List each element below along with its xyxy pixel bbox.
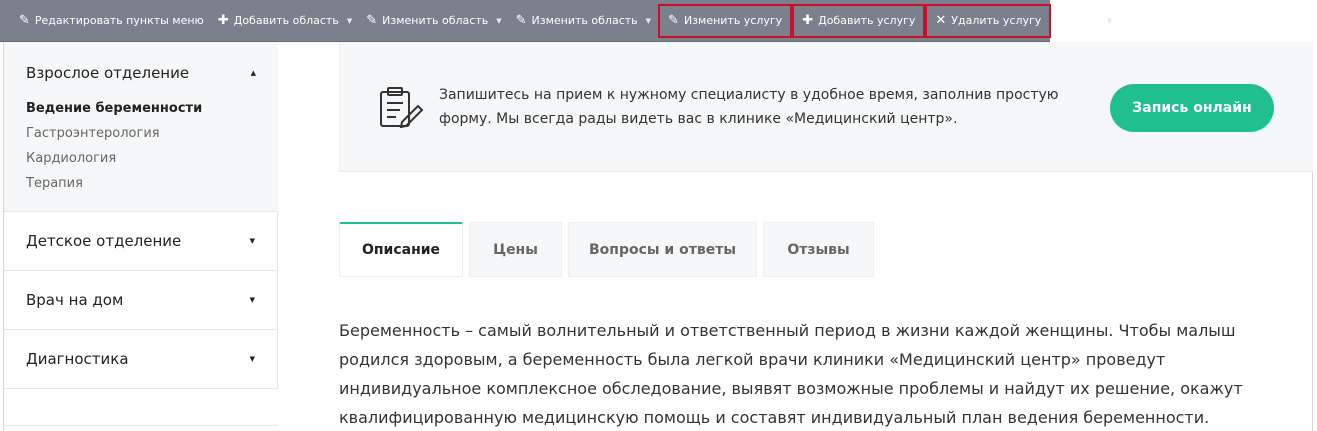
edit-area-label-2: Изменить область xyxy=(531,14,638,27)
add-area-button[interactable]: ✚ Добавить область ▼ xyxy=(211,4,359,38)
service-tabs: Описание Цены Вопросы и ответы Отзывы xyxy=(339,222,874,277)
pencil-icon: ✎ xyxy=(366,13,378,28)
chevron-down-icon: ▼ xyxy=(249,296,255,304)
chevron-down-icon: ▼ xyxy=(496,16,502,25)
tab-faq[interactable]: Вопросы и ответы xyxy=(568,222,757,277)
sidebar-item-pregnancy[interactable]: Ведение беременности xyxy=(26,96,256,121)
book-online-button[interactable]: Запись онлайн xyxy=(1110,84,1274,132)
plus-icon: ✚ xyxy=(802,13,814,28)
chevron-up-icon: ▲ xyxy=(250,69,256,77)
sidebar-submenu: Ведение беременности Гастроэнтерология К… xyxy=(26,96,256,196)
delete-service-button[interactable]: ✕ Удалить услугу xyxy=(925,3,1052,38)
edit-area-button-2[interactable]: ✎ Изменить область ▼ xyxy=(509,4,658,38)
pencil-icon: ✎ xyxy=(668,13,679,28)
chevron-down-icon: ▼ xyxy=(1106,16,1113,25)
chevron-down-icon: ▼ xyxy=(249,237,255,245)
edit-area-button[interactable]: ✎ Изменить область ▼ xyxy=(359,4,508,38)
delete-service-label: Удалить услугу xyxy=(951,14,1042,27)
service-description-text: Беременность – самый волнительный и отве… xyxy=(339,321,1243,427)
gear-icon: ⚙ xyxy=(1087,13,1099,28)
sidebar-group-label: Взрослое отделение xyxy=(26,64,190,82)
pin-toolbar-button[interactable]: ⇥ xyxy=(1055,4,1080,38)
tab-prices[interactable]: Цены xyxy=(469,222,562,277)
edit-menu-items-button[interactable]: ✎ Редактировать пункты меню xyxy=(12,4,211,38)
clipboard-form-icon xyxy=(378,86,424,129)
banner-text: Запишитесь на прием к нужному специалист… xyxy=(439,87,1059,127)
sidebar-menu: Взрослое отделение ▲ Ведение беременност… xyxy=(4,42,278,389)
appointment-banner: Запишитесь на прием к нужному специалист… xyxy=(339,42,1313,172)
sidebar-group-label: Врач на дом xyxy=(26,291,124,309)
chevron-down-icon: ▼ xyxy=(346,16,353,25)
sidebar-group-children[interactable]: Детское отделение ▼ xyxy=(4,212,278,271)
sidebar-item-gastroenterology[interactable]: Гастроэнтерология xyxy=(26,121,256,146)
edit-service-label: Изменить услугу xyxy=(683,14,783,27)
edit-service-button[interactable]: ✎ Изменить услугу xyxy=(658,3,793,38)
pencil-icon: ✎ xyxy=(19,13,30,28)
sidebar-group-home-doctor[interactable]: Врач на дом ▼ xyxy=(4,271,278,330)
settings-button[interactable]: ⚙ ▼ xyxy=(1080,4,1119,38)
admin-toolbar: ✎ Редактировать пункты меню ✚ Добавить о… xyxy=(0,0,1112,42)
sidebar-bottom-divider xyxy=(4,425,278,426)
edit-menu-items-label: Редактировать пункты меню xyxy=(34,14,204,27)
chevron-down-icon: ▼ xyxy=(249,355,255,363)
tab-reviews[interactable]: Отзывы xyxy=(763,222,874,277)
tab-description[interactable]: Описание xyxy=(339,222,463,277)
add-service-label: Добавить услугу xyxy=(818,14,916,27)
add-service-button[interactable]: ✚ Добавить услугу xyxy=(792,3,926,38)
pencil-icon: ✎ xyxy=(515,13,527,28)
sidebar-item-therapy[interactable]: Терапия xyxy=(26,171,256,196)
sidebar-group-label: Детское отделение xyxy=(26,232,182,250)
edit-area-label: Изменить область xyxy=(382,14,489,27)
plus-icon: ✚ xyxy=(217,13,229,28)
close-icon: ✕ xyxy=(935,13,947,28)
sidebar-group-adult: Взрослое отделение ▲ Ведение беременност… xyxy=(4,42,278,212)
add-area-label: Добавить область xyxy=(233,14,339,27)
chevron-down-icon: ▼ xyxy=(645,16,652,25)
sidebar-group-header[interactable]: Взрослое отделение ▲ xyxy=(26,64,256,82)
sidebar-group-label: Диагностика xyxy=(26,350,129,368)
sidebar-item-cardiology[interactable]: Кардиология xyxy=(26,146,256,171)
pin-icon: ⇥ xyxy=(1062,13,1074,28)
sidebar-group-diagnostics[interactable]: Диагностика ▼ xyxy=(4,330,278,389)
